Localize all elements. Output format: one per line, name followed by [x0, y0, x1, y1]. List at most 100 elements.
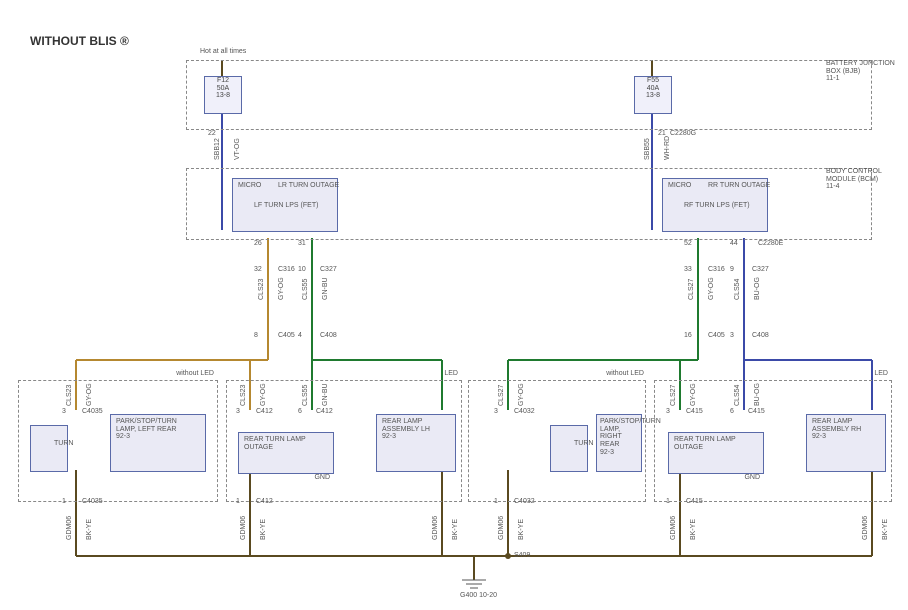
cls54-4: CLS54: [734, 385, 741, 406]
wire-sbb12: SBB12: [214, 138, 221, 160]
p1b: 1: [236, 498, 240, 505]
turn-r: TURN: [574, 440, 593, 447]
gdm06-4: GDM06: [498, 516, 505, 540]
gnd-r: GND: [716, 474, 760, 481]
rlal-txt: REAR LAMP ASSEMBLY LH92-3: [382, 418, 448, 441]
wled-r: without LED: [576, 370, 644, 377]
conn-c2280g: C2280G: [670, 130, 696, 137]
bkye-2: BK-YE: [260, 519, 267, 540]
pin-10: 10: [298, 266, 306, 273]
gnd-l: GND: [286, 474, 330, 481]
led-l: LED: [410, 370, 458, 377]
turn-lamp-l: [30, 425, 68, 472]
rtol-txt: REAR TURN LAMP OUTAGE: [244, 436, 326, 451]
pin-6b: 6: [730, 408, 734, 415]
gdm06-2: GDM06: [240, 516, 247, 540]
wiring-diagram: WITHOUT BLIS ®: [0, 0, 908, 610]
c327r: C327: [752, 266, 769, 273]
pin-4: 4: [298, 332, 302, 339]
conn-c2280e: C2280E: [758, 240, 783, 247]
s409: S409: [514, 552, 530, 559]
cls27-4: CLS27: [670, 385, 677, 406]
bjb-label: BATTERY JUNCTION BOX (BJB)11-1: [826, 60, 908, 83]
pin-3a: 3: [62, 408, 66, 415]
rtor-txt: REAR TURN LAMP OUTAGE: [674, 436, 756, 451]
c4032tl: C4032: [514, 408, 535, 415]
c415b: C415: [686, 498, 703, 505]
c415t2: C415: [748, 408, 765, 415]
pin-52: 52: [684, 240, 692, 247]
g400: G400 10-20: [460, 592, 497, 599]
gnbu-2: GN-BU: [322, 383, 329, 406]
pin-8: 8: [254, 332, 258, 339]
pin-6a: 6: [298, 408, 302, 415]
c405l: C405: [278, 332, 295, 339]
c415t: C415: [686, 408, 703, 415]
cls55l: CLS55: [302, 279, 309, 300]
pin-32: 32: [254, 266, 262, 273]
pin-33: 33: [684, 266, 692, 273]
cls27-3: CLS27: [498, 385, 505, 406]
c327l: C327: [320, 266, 337, 273]
c408r: C408: [752, 332, 769, 339]
wled-l: without LED: [146, 370, 214, 377]
gdm06-3: GDM06: [432, 516, 439, 540]
micro-l: MICRO: [238, 182, 261, 189]
c4035t: C4035: [82, 408, 103, 415]
bkye-5: BK-YE: [690, 519, 697, 540]
bkye-1: BK-YE: [86, 519, 93, 540]
c316l: C316: [278, 266, 295, 273]
turn-l: TURN: [54, 440, 73, 447]
buogr: BU-OG: [754, 277, 761, 300]
gyog-1: GY-OG: [86, 383, 93, 406]
cls27r: CLS27: [688, 279, 695, 300]
gdm06-5: GDM06: [670, 516, 677, 540]
bkye-3: BK-YE: [452, 519, 459, 540]
led-r: LED: [840, 370, 888, 377]
cls23-2: CLS23: [240, 385, 247, 406]
gyog-3: GY-OG: [518, 383, 525, 406]
c408l: C408: [320, 332, 337, 339]
bcm-label: BODY CONTROL MODULE (BCM)11-4: [826, 168, 908, 191]
hot-note: Hot at all times: [200, 48, 246, 55]
pstr-txt: PARK/STOP/TURN LAMP, RIGHT REAR92-3: [600, 418, 640, 456]
bkye-4: BK-YE: [518, 519, 525, 540]
c4035b: C4035: [82, 498, 103, 505]
rrturn: RR TURN OUTAGE: [708, 182, 770, 190]
c405r: C405: [708, 332, 725, 339]
pstl-txt: PARK/STOP/TURN LAMP, LEFT REAR92-3: [116, 418, 198, 441]
pin-16: 16: [684, 332, 692, 339]
micro-r: MICRO: [668, 182, 691, 189]
cls55-2: CLS55: [302, 385, 309, 406]
lrturn: LR TURN OUTAGE: [278, 182, 339, 190]
pin-3r: 3: [730, 332, 734, 339]
lffet: LF TURN LPS (FET): [254, 202, 318, 210]
c412t: C412: [256, 408, 273, 415]
wire-sbb55: SBB55: [644, 138, 651, 160]
gnbul: GN-BU: [322, 277, 329, 300]
gyogr: GY-OG: [708, 277, 715, 300]
cls54r: CLS54: [734, 279, 741, 300]
gdm06-1: GDM06: [66, 516, 73, 540]
c316r: C316: [708, 266, 725, 273]
gdm06-6: GDM06: [862, 516, 869, 540]
pin-3d: 3: [666, 408, 670, 415]
fuse-f55: F5540A13-8: [634, 76, 672, 114]
c4032b: C4032: [514, 498, 535, 505]
p1a: 1: [62, 498, 66, 505]
wire-vtog: VT-OG: [234, 138, 241, 160]
gyogl: GY-OG: [278, 277, 285, 300]
pin-22: 22: [208, 130, 216, 137]
bkye-6: BK-YE: [882, 519, 889, 540]
cls23-1: CLS23: [66, 385, 73, 406]
wire-whrd: WH-RD: [664, 136, 671, 160]
gyog-4: GY-OG: [690, 383, 697, 406]
pin-3b: 3: [236, 408, 240, 415]
p1d: 1: [666, 498, 670, 505]
pin-31: 31: [298, 240, 306, 247]
bjb-box: [186, 60, 872, 130]
buog-4: BU-OG: [754, 383, 761, 406]
pin-9: 9: [730, 266, 734, 273]
pin-3c: 3: [494, 408, 498, 415]
c412b: C412: [256, 498, 273, 505]
